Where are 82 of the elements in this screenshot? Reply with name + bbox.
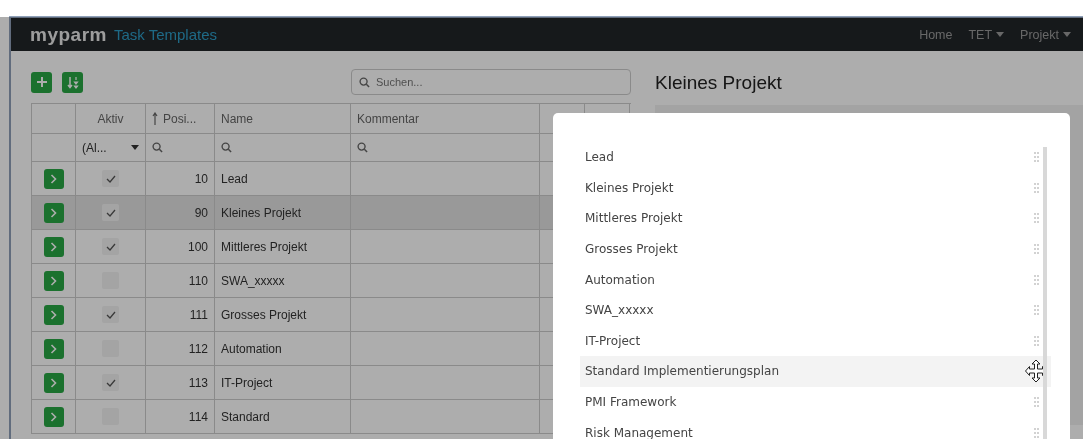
sort-ascending-icon bbox=[152, 112, 158, 125]
checkbox[interactable] bbox=[102, 238, 119, 255]
checkbox[interactable] bbox=[102, 306, 119, 323]
logo: myparm bbox=[30, 23, 107, 46]
table-cell: 90 bbox=[146, 196, 215, 230]
detail-title: Kleines Projekt bbox=[655, 71, 783, 95]
checkbox[interactable] bbox=[102, 204, 119, 221]
caret-icon bbox=[996, 32, 1005, 37]
list-item[interactable]: Kleines Projekt bbox=[580, 172, 1051, 204]
caret-icon bbox=[1063, 32, 1071, 37]
list-item[interactable]: Automation bbox=[580, 264, 1051, 295]
table-cell: Mittleres Projekt bbox=[215, 230, 351, 264]
column-header[interactable]: Posi... bbox=[146, 104, 215, 134]
drag-handle-icon[interactable] bbox=[1034, 213, 1039, 224]
chevron-right-icon bbox=[50, 275, 57, 286]
column-header[interactable]: Kommentar bbox=[351, 104, 540, 134]
checkbox[interactable] bbox=[102, 170, 119, 187]
sort-icon bbox=[66, 75, 79, 89]
list-item[interactable]: Risk Management bbox=[580, 417, 1051, 439]
list-item[interactable]: Standard Implementierungsplan bbox=[580, 356, 1051, 387]
table-cell: 113 bbox=[146, 366, 215, 400]
drag-handle-icon[interactable] bbox=[1034, 182, 1039, 193]
table-cell: Automation bbox=[215, 332, 351, 366]
list-item[interactable]: Lead bbox=[580, 142, 1051, 173]
open-button[interactable] bbox=[43, 338, 64, 359]
column-header[interactable]: Aktiv bbox=[76, 104, 146, 134]
search-icon bbox=[357, 142, 368, 153]
table-cell: 111 bbox=[146, 298, 215, 332]
open-button[interactable] bbox=[43, 202, 64, 223]
list-item[interactable]: SWA_xxxxx bbox=[580, 294, 1051, 326]
table-cell: 100 bbox=[146, 230, 215, 264]
drag-handle-icon[interactable] bbox=[1034, 397, 1039, 408]
check-icon bbox=[105, 208, 116, 217]
chevron-right-icon bbox=[50, 241, 57, 252]
check-icon bbox=[105, 174, 116, 183]
search-icon bbox=[152, 142, 163, 153]
drag-handle-icon[interactable] bbox=[1034, 152, 1039, 163]
checkbox[interactable] bbox=[102, 374, 119, 391]
open-button[interactable] bbox=[43, 372, 64, 393]
table-cell: IT-Project bbox=[215, 366, 351, 400]
table-cell: 114 bbox=[146, 400, 215, 434]
chevron-right-icon bbox=[50, 309, 57, 320]
drag-handle-icon[interactable] bbox=[1034, 244, 1039, 255]
table-cell: 110 bbox=[146, 264, 215, 298]
check-icon bbox=[105, 310, 116, 319]
open-button[interactable] bbox=[43, 406, 64, 427]
open-button[interactable] bbox=[43, 304, 64, 325]
drag-handle-icon[interactable] bbox=[1034, 427, 1039, 438]
add-button[interactable] bbox=[31, 71, 52, 93]
chevron-right-icon bbox=[50, 173, 57, 184]
search-field[interactable]: Suchen... bbox=[351, 69, 631, 95]
caret-icon bbox=[131, 145, 139, 150]
table-cell: Kleines Projekt bbox=[215, 196, 351, 230]
drag-handle-icon[interactable] bbox=[1034, 274, 1039, 285]
search-icon bbox=[359, 77, 370, 88]
chevron-right-icon bbox=[50, 343, 57, 354]
chevron-right-icon bbox=[50, 411, 57, 422]
list-item[interactable]: IT-Project bbox=[580, 325, 1051, 357]
table-cell: Grosses Projekt bbox=[215, 298, 351, 332]
scrollbar[interactable] bbox=[1043, 147, 1047, 439]
table-cell: Standard bbox=[215, 400, 351, 434]
table-cell: Lead bbox=[215, 162, 351, 196]
drag-handle-icon[interactable] bbox=[1034, 305, 1039, 316]
table-cell: 112 bbox=[146, 332, 215, 366]
open-button[interactable] bbox=[43, 168, 64, 189]
open-button[interactable] bbox=[43, 270, 64, 291]
check-icon bbox=[105, 242, 116, 251]
list-item[interactable]: Mittleres Projekt bbox=[580, 203, 1051, 234]
list-item[interactable]: Grosses Projekt bbox=[580, 233, 1051, 265]
check-icon bbox=[105, 378, 116, 387]
chevron-right-icon bbox=[50, 207, 57, 218]
table-cell: SWA_xxxxx bbox=[215, 264, 351, 298]
sort-button[interactable] bbox=[62, 71, 83, 93]
chevron-right-icon bbox=[50, 377, 57, 388]
plus-icon bbox=[35, 76, 48, 88]
search-icon bbox=[221, 142, 232, 153]
drag-handle-icon[interactable] bbox=[1034, 335, 1039, 346]
page-title: Task Templates bbox=[113, 26, 218, 43]
open-button[interactable] bbox=[43, 236, 64, 257]
list-item[interactable]: PMI Framework bbox=[580, 386, 1051, 418]
table-cell: 10 bbox=[146, 162, 215, 196]
column-header[interactable]: Name bbox=[215, 104, 351, 134]
